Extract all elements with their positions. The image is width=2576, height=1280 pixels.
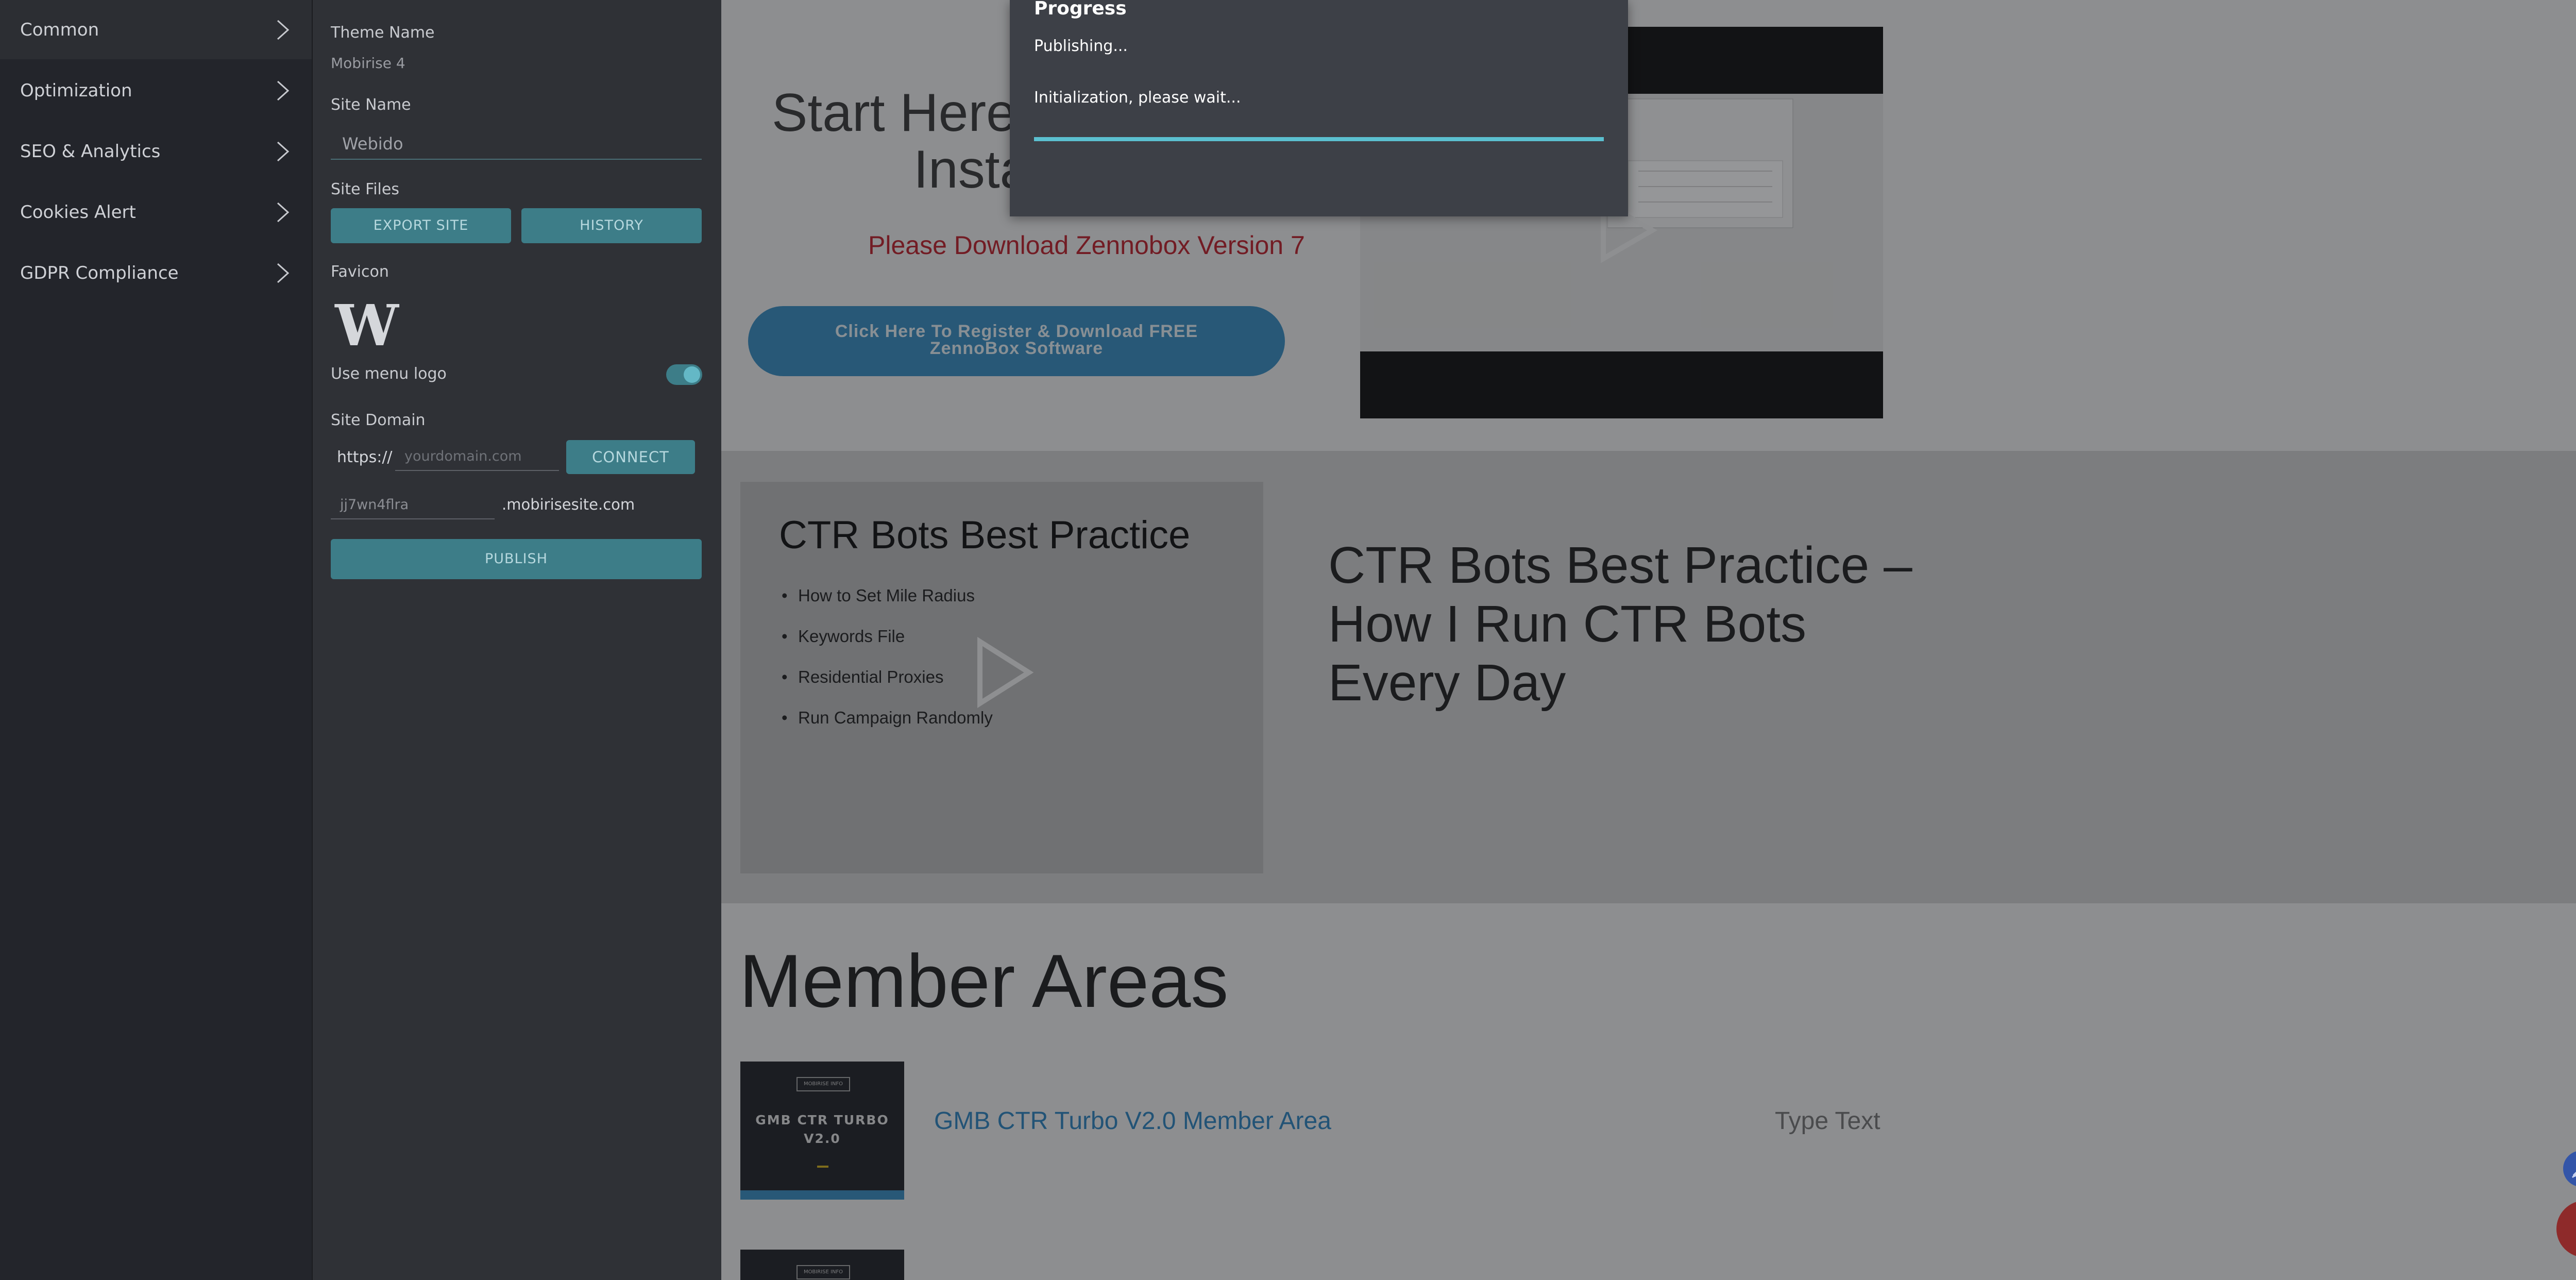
site-domain-label: Site Domain: [331, 411, 426, 429]
domain-placeholder: yourdomain.com: [404, 448, 522, 464]
nav-item-label: Optimization: [20, 80, 132, 101]
chevron-right-icon: [277, 263, 290, 283]
nav-item-seo-analytics[interactable]: SEO & Analytics: [0, 122, 312, 181]
chevron-right-icon: [277, 141, 290, 161]
connect-button[interactable]: CONNECT: [566, 440, 695, 474]
progress-dialog: Progress Publishing... Initialization, p…: [1010, 0, 1628, 216]
domain-input[interactable]: yourdomain.com: [395, 441, 559, 471]
site-name-label: Site Name: [331, 96, 411, 114]
chevron-right-icon: [277, 80, 290, 100]
favicon-image[interactable]: W: [331, 299, 403, 350]
chevron-right-icon: [277, 20, 290, 40]
theme-name-label: Theme Name: [331, 24, 435, 42]
nav-item-common[interactable]: Common: [0, 0, 312, 59]
nav-item-gdpr-compliance[interactable]: GDPR Compliance: [0, 243, 312, 302]
nav-item-label: Cookies Alert: [20, 201, 136, 223]
protocol-label: https://: [337, 448, 393, 466]
subdomain-suffix: .mobirisesite.com: [502, 496, 635, 513]
progress-bar: [1034, 137, 1604, 141]
nav-item-optimization[interactable]: Optimization: [0, 61, 312, 120]
nav-item-label: SEO & Analytics: [20, 141, 161, 162]
history-button[interactable]: HISTORY: [521, 208, 702, 243]
favicon-label: Favicon: [331, 263, 389, 281]
use-menu-logo-toggle[interactable]: [666, 364, 702, 385]
plus-icon: [2556, 1201, 2576, 1257]
progress-title: Progress: [1034, 0, 1127, 19]
settings-nav: Common Optimization SEO & Analytics Cook…: [0, 0, 312, 1280]
site-name-input[interactable]: Webido: [331, 128, 702, 160]
edit-button[interactable]: [2563, 1151, 2576, 1187]
publish-button[interactable]: PUBLISH: [331, 539, 702, 579]
nav-item-label: GDPR Compliance: [20, 262, 179, 283]
nav-item-cookies-alert[interactable]: Cookies Alert: [0, 182, 312, 242]
subdomain-value: jj7wn4flra: [340, 497, 409, 513]
export-site-button[interactable]: EXPORT SITE: [331, 208, 511, 243]
progress-detail: Initialization, please wait...: [1034, 89, 1241, 107]
subdomain-input[interactable]: jj7wn4flra: [331, 490, 495, 519]
modal-backdrop: [721, 0, 2576, 1280]
nav-item-label: Common: [20, 19, 99, 40]
theme-name-value: Mobirise 4: [331, 55, 405, 72]
toggle-knob: [684, 366, 700, 383]
favicon-letter: W: [334, 299, 399, 350]
site-settings-panel: Theme Name Mobirise 4 Site Name Webido S…: [312, 0, 722, 1280]
site-name-value: Webido: [342, 134, 403, 154]
pencil-icon: [2571, 1171, 2576, 1178]
chevron-right-icon: [277, 202, 290, 222]
site-files-label: Site Files: [331, 180, 399, 198]
progress-bar-fill: [1034, 137, 1604, 141]
use-menu-logo-label: Use menu logo: [331, 365, 447, 383]
progress-status: Publishing...: [1034, 37, 1128, 55]
add-block-button[interactable]: [2556, 1201, 2576, 1257]
